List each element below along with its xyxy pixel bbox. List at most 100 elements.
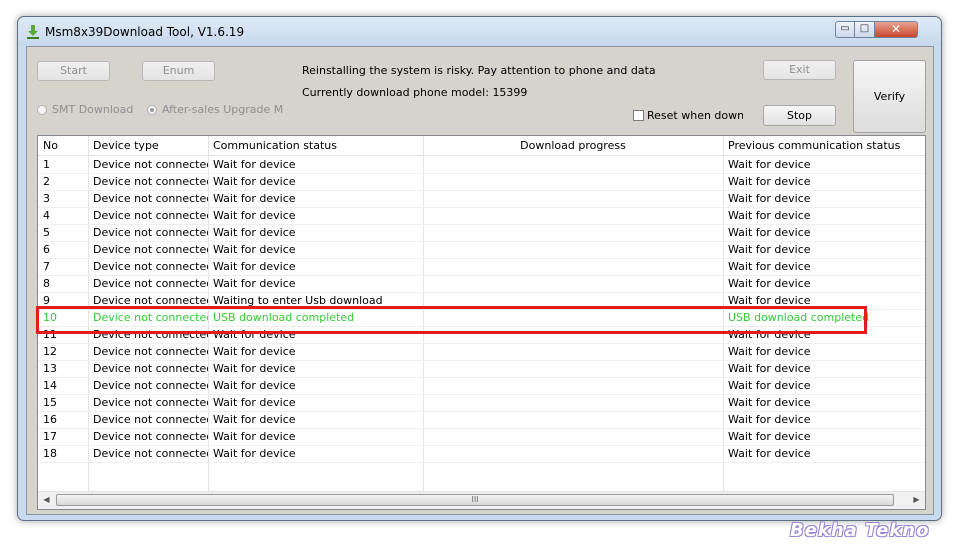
- cell-communication-status: Wait for device: [213, 260, 296, 273]
- table-row[interactable]: 18 Device not connected Wait for device Wai…: [38, 445, 925, 463]
- maximize-button[interactable]: □: [855, 21, 875, 38]
- cell-previous-status: Wait for device: [728, 209, 811, 222]
- start-button[interactable]: Start: [37, 61, 110, 81]
- radio-smt-download[interactable]: SMT Download Mc: [37, 103, 135, 116]
- table-row[interactable]: 12 Device not connected Wait for device Wai…: [38, 343, 925, 361]
- cell-previous-status: Wait for device: [728, 413, 811, 426]
- header-previous-status[interactable]: Previous communication status: [723, 136, 925, 155]
- minimize-button[interactable]: ▭: [835, 21, 855, 38]
- cell-device-type: Device not connected: [93, 345, 208, 358]
- radio-aftersales-label: After-sales Upgrade Moc: [162, 103, 283, 116]
- cell-no: 1: [43, 158, 50, 171]
- cell-previous-status: Wait for device: [728, 277, 811, 290]
- cell-communication-status: Wait for device: [213, 175, 296, 188]
- cell-previous-status: Wait for device: [728, 192, 811, 205]
- cell-no: 15: [43, 396, 57, 409]
- cell-previous-status: Wait for device: [728, 362, 811, 375]
- cell-communication-status: Wait for device: [213, 447, 296, 460]
- cell-no: 16: [43, 413, 57, 426]
- cell-no: 8: [43, 277, 50, 290]
- cell-communication-status: Wait for device: [213, 226, 296, 239]
- cell-no: 6: [43, 243, 50, 256]
- table-row[interactable]: 1 Device not connected Wait for device Wait…: [38, 156, 925, 174]
- table-row[interactable]: 3 Device not connected Wait for device Wait…: [38, 190, 925, 208]
- cell-communication-status: Wait for device: [213, 430, 296, 443]
- cell-download-progress: [423, 156, 723, 172]
- scroll-thumb[interactable]: III: [56, 494, 894, 506]
- cell-device-type: Device not connected: [93, 362, 208, 375]
- exit-button[interactable]: Exit: [763, 60, 836, 80]
- stop-button[interactable]: Stop: [763, 105, 836, 126]
- client-area: Start Enum Reinstalling the system is ri…: [26, 46, 934, 515]
- cell-communication-status: Wait for device: [213, 413, 296, 426]
- table-row[interactable]: 2 Device not connected Wait for device Wait…: [38, 173, 925, 191]
- reset-checkbox-box[interactable]: [633, 110, 644, 121]
- table-row[interactable]: 14 Device not connected Wait for device Wai…: [38, 377, 925, 395]
- cell-previous-status: Wait for device: [728, 345, 811, 358]
- cell-previous-status: Wait for device: [728, 226, 811, 239]
- header-device-type[interactable]: Device type: [88, 136, 208, 155]
- cell-no: 17: [43, 430, 57, 443]
- cell-communication-status: Wait for device: [213, 396, 296, 409]
- cell-no: 5: [43, 226, 50, 239]
- table-row[interactable]: 8 Device not connected Wait for device Wait…: [38, 275, 925, 293]
- horizontal-scrollbar[interactable]: ◀ III ▶: [38, 491, 925, 509]
- cell-device-type: Device not connected: [93, 175, 208, 188]
- cell-device-type: Device not connected: [93, 379, 208, 392]
- table-row[interactable]: 15 Device not connected Wait for device Wai…: [38, 394, 925, 412]
- header-download-progress[interactable]: Download progress: [423, 136, 723, 155]
- app-window: Msm8x39Download Tool, V1.6.19 ▭ □ ✕ Star…: [17, 16, 942, 521]
- cell-device-type: Device not connected: [93, 396, 208, 409]
- table-row[interactable]: 5 Device not connected Wait for device Wait…: [38, 224, 925, 242]
- cell-download-progress: [423, 343, 723, 359]
- scroll-right-icon[interactable]: ▶: [908, 492, 925, 508]
- cell-device-type: Device not connected: [93, 243, 208, 256]
- highlight-box: [36, 306, 867, 334]
- radio-smt-label: SMT Download Mc: [52, 103, 135, 116]
- cell-previous-status: Wait for device: [728, 430, 811, 443]
- cell-download-progress: [423, 173, 723, 189]
- cell-no: 7: [43, 260, 50, 273]
- reset-checkbox[interactable]: Reset when downlc: [633, 109, 743, 122]
- close-button[interactable]: ✕: [875, 21, 918, 38]
- cell-download-progress: [423, 224, 723, 240]
- scroll-left-icon[interactable]: ◀: [38, 492, 55, 508]
- cell-no: 14: [43, 379, 57, 392]
- cell-download-progress: [423, 258, 723, 274]
- cell-download-progress: [423, 207, 723, 223]
- cell-previous-status: Wait for device: [728, 243, 811, 256]
- table-row[interactable]: 17 Device not connected Wait for device Wai…: [38, 428, 925, 446]
- cell-no: 12: [43, 345, 57, 358]
- header-communication-status[interactable]: Communication status: [208, 136, 423, 155]
- table-row[interactable]: 16 Device not connected Wait for device Wai…: [38, 411, 925, 429]
- table-header: No Device type Communication status Down…: [38, 136, 925, 156]
- cell-communication-status: Wait for device: [213, 158, 296, 171]
- cell-communication-status: Wait for device: [213, 243, 296, 256]
- cell-device-type: Device not connected: [93, 413, 208, 426]
- download-icon: [27, 25, 39, 39]
- cell-communication-status: Wait for device: [213, 192, 296, 205]
- title-bar[interactable]: Msm8x39Download Tool, V1.6.19 ▭ □ ✕: [18, 17, 941, 46]
- verify-button[interactable]: Verify: [853, 60, 926, 133]
- cell-device-type: Device not connected: [93, 209, 208, 222]
- cell-no: 3: [43, 192, 50, 205]
- header-no[interactable]: No: [38, 136, 88, 155]
- cell-device-type: Device not connected: [93, 447, 208, 460]
- cell-no: 18: [43, 447, 57, 460]
- cell-communication-status: Wait for device: [213, 379, 296, 392]
- cell-device-type: Device not connected: [93, 277, 208, 290]
- table-row[interactable]: 4 Device not connected Wait for device Wait…: [38, 207, 925, 225]
- cell-previous-status: Wait for device: [728, 396, 811, 409]
- cell-device-type: Device not connected: [93, 192, 208, 205]
- cell-communication-status: Wait for device: [213, 209, 296, 222]
- cell-download-progress: [423, 428, 723, 444]
- cell-device-type: Device not connected: [93, 260, 208, 273]
- cell-communication-status: Wait for device: [213, 345, 296, 358]
- radio-aftersales-upgrade[interactable]: After-sales Upgrade Moc: [147, 103, 283, 116]
- cell-communication-status: Wait for device: [213, 362, 296, 375]
- cell-device-type: Device not connected: [93, 158, 208, 171]
- enum-button[interactable]: Enum: [142, 61, 215, 81]
- table-row[interactable]: 7 Device not connected Wait for device Wait…: [38, 258, 925, 276]
- table-row[interactable]: 13 Device not connected Wait for device Wai…: [38, 360, 925, 378]
- table-row[interactable]: 6 Device not connected Wait for device Wait…: [38, 241, 925, 259]
